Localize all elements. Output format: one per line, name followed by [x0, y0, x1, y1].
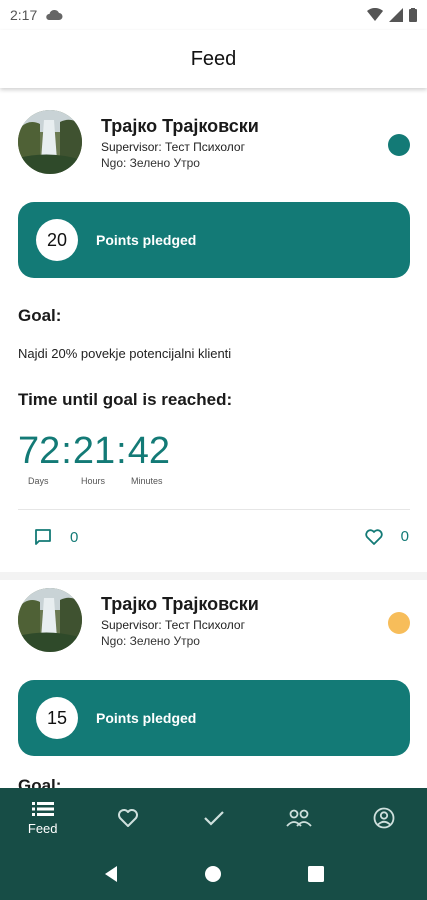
points-label: Points pledged	[96, 232, 197, 248]
countdown-minutes: 42	[127, 430, 170, 472]
waterfall-avatar-image	[18, 588, 82, 652]
waterfall-avatar-image	[18, 110, 82, 174]
minutes-label: Minutes	[131, 476, 163, 486]
time-heading: Time until goal is reached:	[18, 390, 233, 409]
avatar[interactable]	[18, 110, 82, 174]
bottom-nav: Feed	[0, 788, 427, 848]
nav-completed[interactable]	[171, 788, 256, 848]
comment-button[interactable]: 0	[34, 528, 78, 546]
points-count: 15	[36, 697, 78, 739]
feed-card[interactable]: Трајко Трајковски Supervisor: Тест Психо…	[0, 92, 427, 580]
supervisor-text: Supervisor: Тест Психолог	[101, 618, 245, 632]
nav-feed-label: Feed	[27, 820, 58, 836]
days-label: Days	[28, 476, 49, 486]
avatar[interactable]	[18, 588, 82, 652]
goal-heading: Goal:	[18, 306, 62, 325]
comment-count: 0	[70, 528, 79, 546]
countdown: 72:21:42	[18, 430, 170, 472]
back-icon[interactable]	[103, 865, 119, 883]
card-header: Трајко Трајковски Supervisor: Тест Психо…	[18, 110, 410, 176]
user-name: Трајко Трајковски	[101, 116, 259, 136]
card-header: Трајко Трајковски Supervisor: Тест Психо…	[18, 588, 410, 654]
goal-text: Najdi 20% povekje potencijalni klienti	[18, 346, 232, 361]
page-title: Feed	[190, 47, 237, 70]
divider	[18, 509, 410, 510]
countdown-hours: 21	[72, 430, 116, 472]
points-label: Points pledged	[96, 710, 197, 726]
like-count: 0	[400, 528, 409, 545]
status-dot	[388, 612, 410, 634]
points-pledged-banner: 15 Points pledged	[18, 680, 410, 756]
status-bar: 2:17	[0, 0, 427, 30]
cloud-icon	[46, 9, 63, 20]
app-bar: Feed	[0, 30, 427, 88]
list-icon	[31, 801, 54, 816]
ngo-text: Ngo: Зелено Утро	[101, 634, 200, 648]
check-icon	[203, 811, 224, 826]
recents-icon[interactable]	[308, 866, 325, 882]
nav-favorites[interactable]	[85, 788, 170, 848]
user-name: Трајко Трајковски	[101, 594, 259, 614]
battery-icon	[409, 8, 417, 22]
like-button[interactable]: 0	[365, 528, 409, 545]
status-dot	[388, 134, 410, 156]
comment-icon	[35, 529, 51, 545]
status-time: 2:17	[10, 7, 38, 23]
heart-icon	[365, 528, 383, 545]
supervisor-text: Supervisor: Тест Психолог	[101, 140, 245, 154]
goal-heading: Goal:	[18, 776, 62, 788]
hours-label: Hours	[81, 476, 106, 486]
home-icon[interactable]	[204, 865, 222, 883]
account-icon	[373, 807, 395, 829]
nav-groups[interactable]	[256, 788, 341, 848]
points-pledged-banner: 20 Points pledged	[18, 202, 410, 278]
system-nav-bar	[0, 848, 427, 900]
feed-card[interactable]: Трајко Трајковски Supervisor: Тест Психо…	[0, 570, 427, 788]
signal-icon	[389, 8, 403, 22]
heart-icon	[118, 809, 139, 827]
group-icon	[286, 809, 312, 827]
feed-list[interactable]: Трајко Трајковски Supervisor: Тест Психо…	[0, 92, 427, 788]
card-actions: 0 0	[0, 528, 427, 558]
points-count: 20	[36, 219, 78, 261]
ngo-text: Ngo: Зелено Утро	[101, 156, 200, 170]
wifi-icon	[367, 8, 383, 21]
countdown-days: 72	[18, 430, 61, 472]
nav-profile[interactable]	[342, 788, 427, 848]
nav-feed[interactable]: Feed	[0, 788, 85, 848]
